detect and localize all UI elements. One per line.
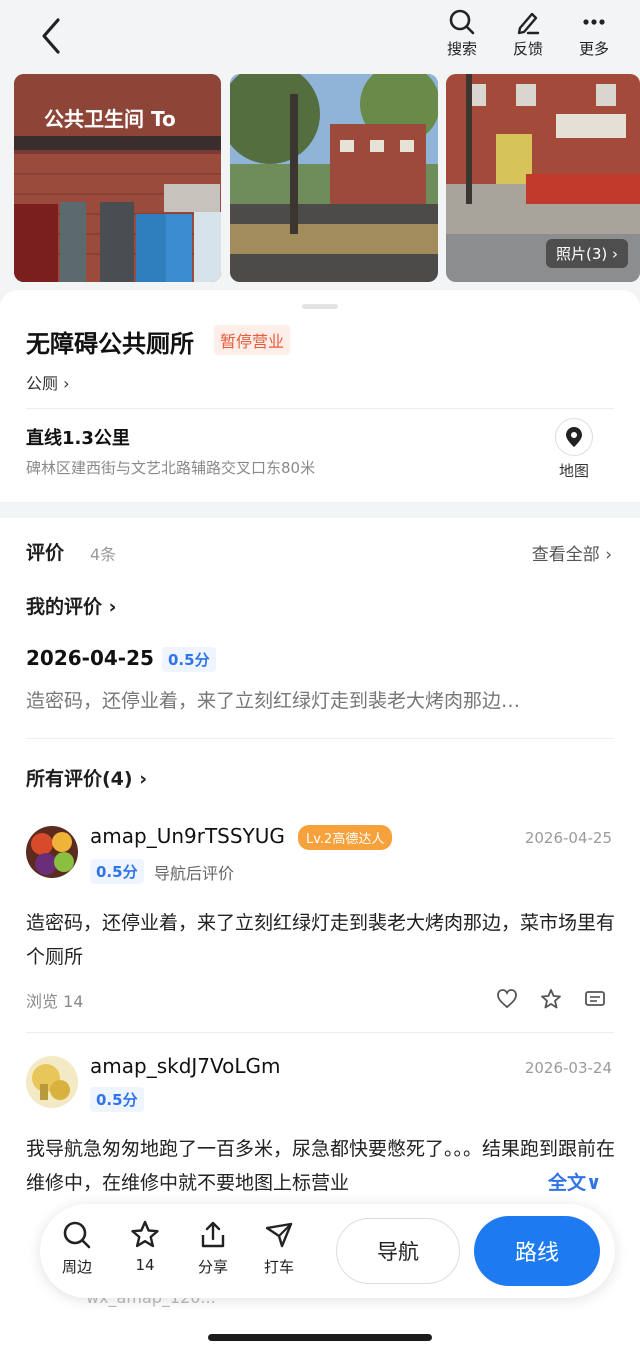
map-label: 地图: [558, 462, 589, 480]
more-icon: [583, 19, 605, 25]
review-date: 2026-03-24: [524, 1059, 612, 1077]
expand-full-text-button[interactable]: 全文∨: [530, 1168, 602, 1195]
search-label: 搜索: [446, 40, 477, 58]
review-date: 2026-04-25: [524, 829, 612, 847]
avatar[interactable]: [26, 1056, 78, 1108]
photo-3[interactable]: 照片(3) ›: [446, 74, 640, 282]
comment-icon[interactable]: [584, 988, 606, 1010]
search-icon: [449, 9, 475, 35]
divider: [26, 1032, 614, 1033]
photo-1[interactable]: 公共卫生间 To: [14, 74, 221, 282]
category-link[interactable]: 公厕 ›: [26, 370, 70, 394]
photo-2[interactable]: [230, 74, 438, 282]
divider: [26, 408, 614, 409]
place-detail-screen: 搜索 反馈 更多 公共卫生间 To 照片(3) › 无障碍公共厕所 暂停营业 公…: [0, 0, 640, 1352]
taxi-button[interactable]: 打车: [254, 1220, 304, 1277]
heart-icon[interactable]: [496, 988, 518, 1010]
review-username[interactable]: amap_Un9rTSSYUG: [90, 824, 285, 848]
location-pin-icon: [566, 427, 582, 447]
my-review-date: 2026-04-25: [26, 646, 154, 670]
map-button[interactable]: 地图: [552, 418, 596, 481]
taxi-label: 打车: [263, 1258, 294, 1276]
review-score: 0.5分: [90, 1087, 144, 1112]
review-actions: [496, 988, 606, 1010]
sign-text: 公共卫生间 To: [44, 107, 176, 131]
feedback-button[interactable]: 反馈: [502, 8, 554, 59]
address: 碑林区建西街与文艺北路辅路交叉口东80米: [26, 459, 316, 477]
search-button[interactable]: 搜索: [436, 8, 488, 59]
home-indicator[interactable]: [208, 1334, 432, 1341]
divider: [26, 738, 614, 739]
distance: 直线1.3公里: [26, 428, 130, 449]
taxi-icon: [265, 1222, 293, 1248]
review-views: 浏览 14: [26, 992, 84, 1011]
review-text[interactable]: 造密码，还停业着，来了立刻红绿灯走到裴老大烤肉那边，菜市场里有个厕所: [26, 906, 616, 974]
fruit-avatar-image: [26, 826, 78, 878]
share-button[interactable]: 分享: [188, 1220, 238, 1277]
favorite-button[interactable]: 14: [120, 1220, 170, 1274]
nearby-label: 周边: [61, 1258, 92, 1276]
search-icon: [63, 1221, 91, 1249]
back-icon: [42, 18, 60, 54]
reviews-count: 4条: [90, 545, 117, 564]
reviews-title: 评价: [26, 542, 65, 564]
back-button[interactable]: [34, 14, 70, 58]
my-review-text[interactable]: 造密码，还停业着，来了立刻红绿灯走到裴老大烤肉那边…: [26, 686, 616, 713]
feedback-label: 反馈: [512, 40, 543, 58]
map-pin-circle: [555, 418, 593, 456]
view-all-link[interactable]: 查看全部 ›: [532, 540, 612, 565]
street-photo: [230, 74, 438, 282]
review-username[interactable]: amap_skdJ7VoLGm: [90, 1054, 281, 1078]
status-badge: 暂停营业: [214, 325, 291, 355]
top-bar: 搜索 反馈 更多: [0, 0, 640, 72]
toilet-building-photo: 公共卫生间 To: [14, 74, 221, 282]
photo-count-badge[interactable]: 照片(3) ›: [545, 239, 628, 268]
more-button[interactable]: 更多: [568, 8, 620, 59]
review-text[interactable]: 我导航急匆匆地跑了一百多米，尿急都快要憋死了。。。结果跑到跟前在维修中，在维修中…: [26, 1132, 616, 1200]
drag-handle[interactable]: [302, 304, 338, 309]
my-review-score: 0.5分: [162, 647, 216, 672]
share-icon: [201, 1221, 225, 1248]
bottom-action-bar: 周边 14 分享 打车 导航 路线: [40, 1204, 615, 1298]
avatar[interactable]: [26, 826, 78, 878]
level-badge: Lv.2高德达人: [298, 825, 393, 850]
nearby-button[interactable]: 周边: [52, 1220, 102, 1277]
place-title: 无障碍公共厕所: [26, 330, 194, 358]
share-label: 分享: [197, 1258, 228, 1276]
all-reviews-header[interactable]: 所有评价(4) ›: [26, 764, 147, 791]
edit-icon: [517, 12, 540, 35]
favorite-count: 14: [135, 1256, 155, 1274]
navigate-button[interactable]: 导航: [336, 1218, 460, 1284]
star-icon: [131, 1220, 159, 1248]
place-info-card: 无障碍公共厕所 暂停营业 公厕 › 直线1.3公里 碑林区建西街与文艺北路辅路交…: [0, 290, 640, 502]
more-label: 更多: [578, 40, 609, 58]
photo-strip[interactable]: 公共卫生间 To 照片(3) ›: [14, 74, 640, 282]
star-icon[interactable]: [540, 988, 562, 1010]
my-review-header[interactable]: 我的评价 ›: [26, 592, 116, 619]
drink-avatar-image: [26, 1056, 78, 1108]
review-score: 0.5分: [90, 859, 144, 884]
route-button[interactable]: 路线: [474, 1216, 600, 1286]
review-tag: 导航后评价: [154, 864, 235, 883]
